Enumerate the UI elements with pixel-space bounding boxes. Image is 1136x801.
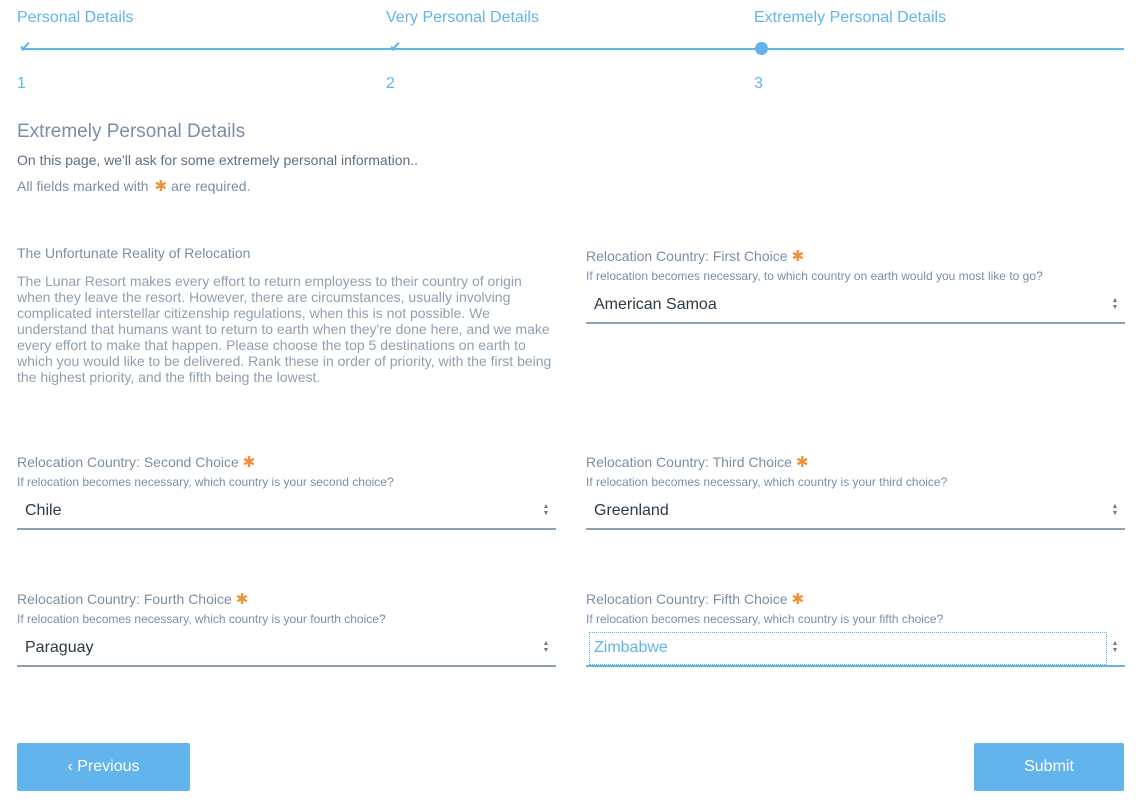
required-asterisk-icon: ✱ (235, 591, 249, 608)
select-value: Chile (25, 502, 62, 519)
field-help: If relocation becomes necessary, which c… (17, 612, 386, 626)
step-number-2: 2 (386, 75, 395, 92)
previous-button[interactable]: ‹ Previous (17, 743, 190, 791)
first-choice-select[interactable]: American Samoa ▲ ▼ (586, 288, 1125, 324)
step-title-2[interactable]: Very Personal Details (386, 9, 539, 27)
progress-track (24, 48, 1124, 50)
field-label: Relocation Country: Third Choice ✱ (586, 453, 1125, 473)
field-help: If relocation becomes necessary, which c… (586, 612, 944, 626)
info-title: The Unfortunate Reality of Relocation (17, 245, 251, 261)
fourth-choice-select[interactable]: Paraguay ▲ ▼ (17, 631, 556, 667)
field-label: Relocation Country: Second Choice ✱ (17, 453, 556, 473)
submit-button[interactable]: Submit (974, 743, 1124, 791)
step-number-3: 3 (754, 75, 763, 92)
required-asterisk-icon: ✱ (242, 454, 256, 471)
third-choice-select[interactable]: Greenland ▲ ▼ (586, 494, 1125, 530)
field-label-text: Relocation Country: Fifth Choice (586, 591, 788, 607)
select-arrows-icon: ▲ ▼ (542, 503, 550, 517)
page-title: Extremely Personal Details (17, 121, 246, 142)
select-value: American Samoa (594, 296, 717, 313)
field-help: If relocation becomes necessary, which c… (17, 475, 394, 489)
check-icon: ✔ (19, 39, 32, 56)
progress-stepper: Personal Details ✔ 1 Very Personal Detai… (0, 0, 1136, 100)
required-note-suffix: are required. (171, 178, 251, 194)
field-help: If relocation becomes necessary, which c… (586, 475, 948, 489)
current-step-dot-icon (755, 42, 768, 55)
required-asterisk-icon: ✱ (795, 454, 809, 471)
select-arrows-icon: ▲ ▼ (1111, 640, 1119, 654)
info-body: The Lunar Resort makes every effort to r… (17, 273, 552, 385)
fifth-choice-field: Relocation Country: Fifth Choice ✱ If rel… (586, 590, 1125, 667)
select-arrows-icon: ▲ ▼ (1111, 503, 1119, 517)
third-choice-field: Relocation Country: Third Choice ✱ If rel… (586, 453, 1125, 530)
select-arrows-icon: ▲ ▼ (1111, 297, 1119, 311)
step-title-1[interactable]: Personal Details (17, 9, 134, 27)
select-value: Zimbabwe (594, 639, 668, 656)
first-choice-field: Relocation Country: First Choice ✱ If rel… (586, 247, 1125, 324)
fourth-choice-field: Relocation Country: Fourth Choice ✱ If re… (17, 590, 556, 667)
field-label-text: Relocation Country: Second Choice (17, 454, 239, 470)
select-value: Greenland (594, 502, 669, 519)
required-note-prefix: All fields marked with (17, 178, 149, 194)
field-help: If relocation becomes necessary, to whic… (586, 269, 1043, 283)
field-label-text: Relocation Country: Third Choice (586, 454, 792, 470)
field-label-text: Relocation Country: First Choice (586, 248, 788, 264)
second-choice-field: Relocation Country: Second Choice ✱ If re… (17, 453, 556, 530)
step-title-3: Extremely Personal Details (754, 9, 947, 26)
page-intro: On this page, we'll ask for some extreme… (17, 152, 419, 168)
step-number-1: 1 (17, 75, 26, 92)
select-arrows-icon: ▲ ▼ (542, 640, 550, 654)
check-icon: ✔ (389, 39, 402, 56)
fifth-choice-select[interactable]: Zimbabwe ▲ ▼ (586, 631, 1125, 667)
field-label-text: Relocation Country: Fourth Choice (17, 591, 232, 607)
second-choice-select[interactable]: Chile ▲ ▼ (17, 494, 556, 530)
field-label: Relocation Country: Fifth Choice ✱ (586, 590, 1125, 610)
field-label: Relocation Country: Fourth Choice ✱ (17, 590, 556, 610)
required-asterisk-icon: ✱ (791, 591, 805, 608)
select-value: Paraguay (25, 639, 94, 656)
required-asterisk-icon: ✱ (791, 248, 805, 265)
required-note: All fields marked with ✱ are required. (17, 177, 250, 195)
field-label: Relocation Country: First Choice ✱ (586, 247, 1125, 267)
required-asterisk-icon: ✱ (154, 178, 168, 195)
